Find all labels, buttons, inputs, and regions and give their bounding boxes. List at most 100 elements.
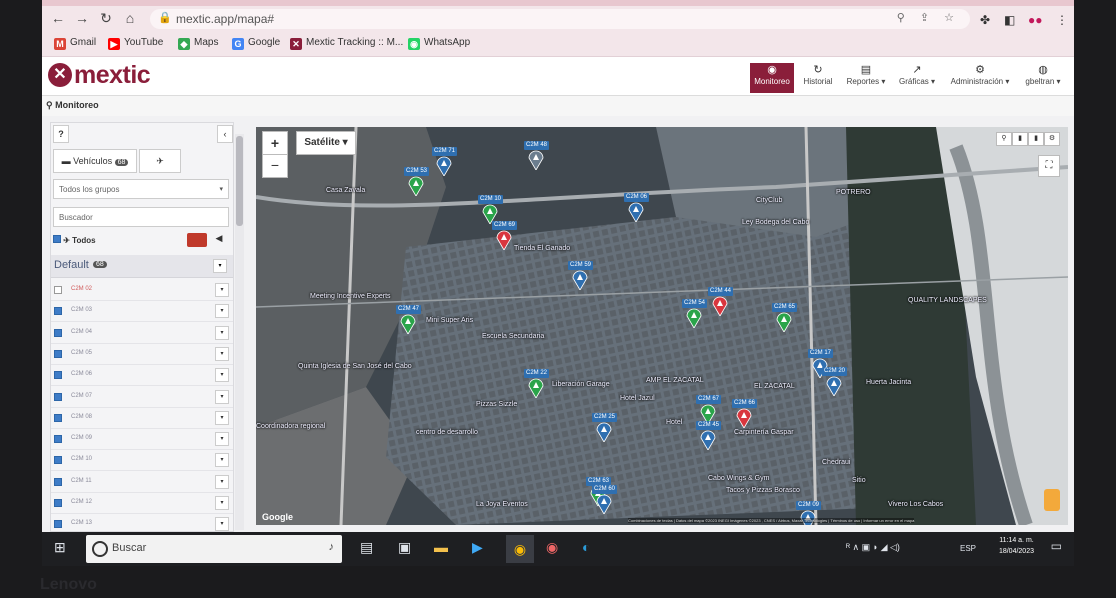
vehicle-label[interactable]: C2M 66	[732, 399, 758, 408]
unit-checkbox[interactable]	[54, 477, 62, 486]
unit-row[interactable]: C2M 07 ▾	[51, 386, 233, 408]
unit-dropdown[interactable]: ▾	[215, 368, 229, 383]
red-action-button[interactable]	[187, 233, 207, 247]
forward-icon[interactable]: →	[74, 10, 90, 26]
vehicle-marker-icon[interactable]	[776, 312, 792, 333]
tab-vehicles[interactable]: ▬ Vehículos 68	[53, 149, 137, 173]
place-label[interactable]: Tienda El Ganado	[514, 245, 570, 252]
notifications-icon[interactable]: ▭	[1051, 539, 1062, 553]
unit-row[interactable]: C2M 02 ▾	[51, 279, 233, 301]
nav-monitoreo[interactable]: ◉ Monitoreo	[750, 63, 794, 93]
nav-administracion[interactable]: ⚙ Administración ▾	[944, 63, 1016, 93]
map-settings-icon[interactable]: ⚙	[1044, 132, 1060, 146]
place-label[interactable]: Chedraui	[822, 459, 850, 466]
address-bar[interactable]: 🔒 mextic.app/mapa# ⚲ ⇪ ☆	[150, 9, 970, 29]
fullscreen-button[interactable]: ⛶	[1038, 155, 1060, 177]
map-view[interactable]: + − Satélite ▾ ⚲ ▮ ▮ ⚙ ⛶ C2M 71 C2M 48 C2M…	[256, 127, 1068, 525]
store-icon[interactable]: ▣	[398, 539, 411, 556]
vehicle-label[interactable]: C2M 45	[696, 421, 722, 430]
map-tool-icon[interactable]: ▮	[1012, 132, 1028, 146]
panel-scrollbar[interactable]	[235, 134, 244, 530]
media-player-icon[interactable]: ▶	[472, 539, 483, 556]
place-label[interactable]: AMP EL ZACATAL	[646, 377, 704, 384]
vehicle-label[interactable]: C2M 10	[478, 195, 504, 204]
vehicle-label[interactable]: C2M 65	[772, 303, 798, 312]
nav-graficas[interactable]: ↗ Gráficas ▾	[894, 63, 940, 93]
microphone-icon[interactable]: ♪	[329, 541, 335, 553]
system-tray-icons[interactable]: ᴿ ∧ ▣ ◗ ◢ ◁)	[846, 542, 900, 553]
reload-icon[interactable]: ↻	[98, 10, 114, 26]
chrome-icon[interactable]: ◉	[506, 535, 534, 563]
select-all[interactable]: ✈ Todos	[53, 235, 96, 245]
unit-row[interactable]: C2M 13 ▾	[51, 513, 233, 531]
unit-dropdown[interactable]: ▾	[215, 325, 229, 340]
unit-checkbox[interactable]	[54, 392, 62, 401]
vehicle-marker-icon[interactable]	[528, 378, 544, 399]
vehicle-marker-icon[interactable]	[596, 494, 612, 515]
vehicle-label[interactable]: C2M 48	[524, 141, 550, 150]
place-label[interactable]: Mini Super Aris	[426, 317, 473, 324]
menu-icon[interactable]: ⋮	[1056, 13, 1068, 27]
unit-checkbox[interactable]	[54, 413, 62, 422]
vehicle-label[interactable]: C2M 60	[592, 485, 618, 494]
place-label[interactable]: Escuela Secundaria	[482, 333, 544, 340]
place-label[interactable]: Huerta Jacinta	[866, 379, 911, 386]
map-attribution[interactable]: Combinaciones de teclas | Datos del mapa…	[628, 518, 915, 523]
unit-dropdown[interactable]: ▾	[215, 453, 229, 468]
place-label[interactable]: Pizzas Sizzle	[476, 401, 517, 408]
vehicle-label[interactable]: C2M 09	[796, 501, 822, 510]
scroll-thumb[interactable]	[236, 136, 243, 226]
vehicle-marker-icon[interactable]	[496, 230, 512, 251]
vehicle-label[interactable]: C2M 17	[808, 349, 834, 358]
place-label[interactable]: CityClub	[756, 197, 782, 204]
bookmark-0[interactable]: M Gmail	[54, 37, 96, 50]
place-label[interactable]: Carpintería Gaspar	[734, 429, 794, 436]
unit-checkbox[interactable]	[54, 520, 62, 529]
unit-dropdown[interactable]: ▾	[215, 304, 229, 319]
unit-checkbox[interactable]	[54, 456, 62, 465]
vehicle-marker-icon[interactable]	[826, 376, 842, 397]
vehicle-marker-icon[interactable]	[400, 314, 416, 335]
tab-other[interactable]: ✈	[139, 149, 181, 173]
nav-user[interactable]: ◍ gbeltran ▾	[1020, 63, 1066, 93]
unit-dropdown[interactable]: ▾	[215, 410, 229, 425]
place-label[interactable]: Hotel Jazul	[620, 395, 655, 402]
taskbar-search[interactable]: Buscar ♪	[86, 535, 342, 563]
unit-dropdown[interactable]: ▾	[215, 346, 229, 361]
back-icon[interactable]: ←	[50, 10, 66, 26]
place-label[interactable]: La Joya Eventos	[476, 501, 528, 508]
unit-row[interactable]: C2M 03 ▾	[51, 300, 233, 323]
place-label[interactable]: EL ZACATAL	[754, 383, 795, 390]
place-label[interactable]: Vivero Los Cabos	[888, 501, 943, 508]
unit-row[interactable]: C2M 11 ▾	[51, 471, 233, 493]
vehicle-label[interactable]: C2M 20	[822, 367, 848, 376]
unit-dropdown[interactable]: ▾	[215, 474, 229, 489]
place-label[interactable]: Ley Bodega del Cabo	[742, 219, 809, 226]
vehicle-marker-icon[interactable]	[736, 408, 752, 429]
vehicle-marker-icon[interactable]	[572, 270, 588, 291]
unit-row[interactable]: C2M 06 ▾	[51, 364, 233, 387]
nav-historial[interactable]: ↻ Historial	[798, 63, 838, 93]
place-label[interactable]: QUALITY LANDSCAPES	[908, 297, 987, 304]
unit-row[interactable]: C2M 04 ▾	[51, 322, 233, 344]
place-label[interactable]: Quinta Iglesia de San José del Cabo	[298, 363, 412, 370]
side-panel-icon[interactable]: ◧	[1004, 13, 1015, 27]
edge-icon[interactable]: ◐	[582, 539, 590, 555]
vehicle-label[interactable]: C2M 53	[404, 167, 430, 176]
vehicle-marker-icon[interactable]	[628, 202, 644, 223]
unit-checkbox[interactable]	[54, 307, 62, 316]
chrome-canary-icon[interactable]: ◉	[546, 539, 558, 556]
vehicle-marker-icon[interactable]	[596, 422, 612, 443]
bookmark-1[interactable]: ▶ YouTube	[108, 37, 163, 50]
place-label[interactable]: Tacos y Pizzas Borasco	[726, 487, 800, 494]
help-button[interactable]: ?	[53, 125, 69, 143]
map-type-button[interactable]: Satélite ▾	[296, 131, 356, 155]
address-bar-icons[interactable]: ⚲ ⇪ ☆	[897, 11, 960, 24]
unit-row[interactable]: C2M 10 ▾	[51, 449, 233, 472]
bookmark-3[interactable]: G Google	[232, 37, 280, 50]
extensions-icon[interactable]: ✤	[980, 13, 990, 27]
unit-checkbox[interactable]	[54, 435, 62, 444]
home-icon[interactable]: ⌂	[122, 10, 138, 26]
unit-dropdown[interactable]: ▾	[215, 517, 229, 531]
vehicle-label[interactable]: C2M 44	[708, 287, 734, 296]
